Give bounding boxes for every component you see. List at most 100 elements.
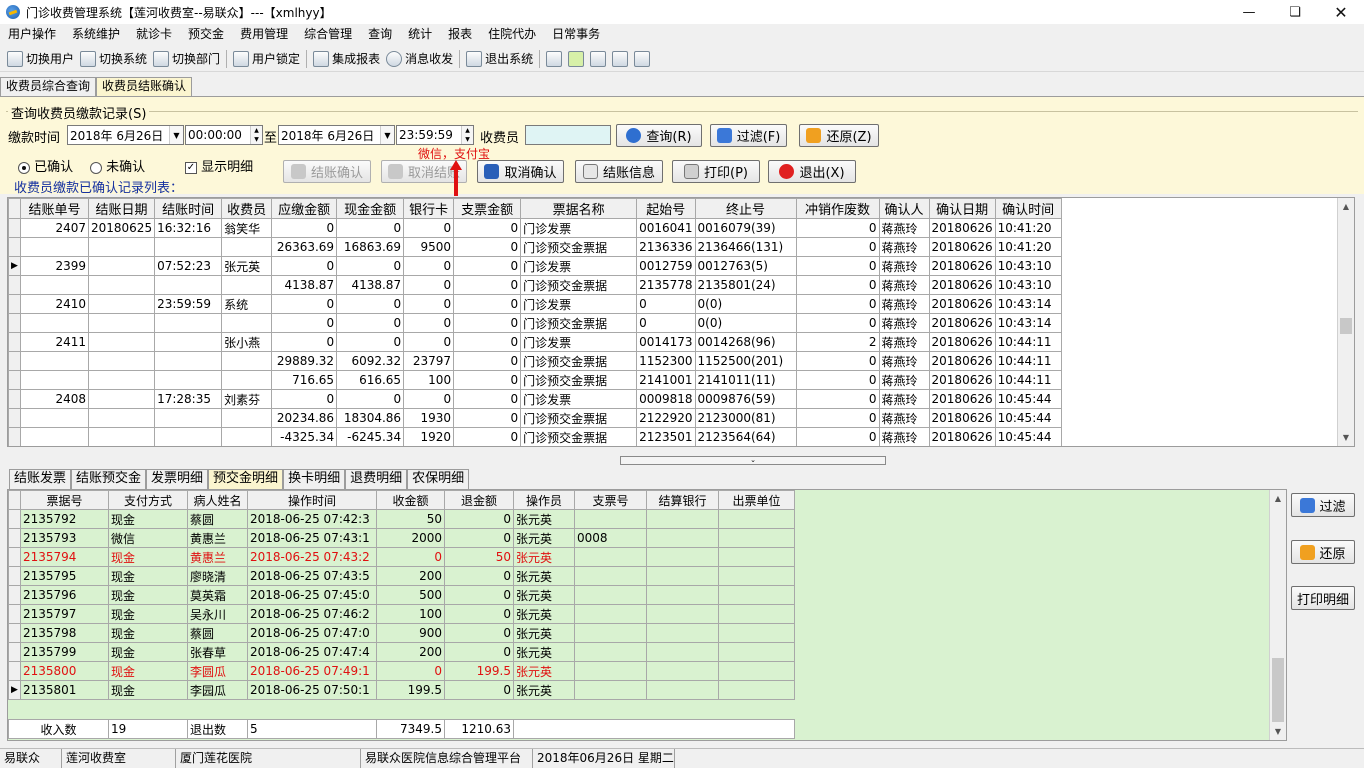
- column-header[interactable]: 冲销作废数: [795, 198, 880, 219]
- column-header[interactable]: 操作时间: [247, 490, 377, 510]
- table-row[interactable]: 2135793 微信 黄惠兰 2018-06-25 07:43:1 2000 0 张元英 00…: [8, 528, 795, 548]
- minimize-button[interactable]: —: [1226, 0, 1272, 24]
- print-detail-button[interactable]: 打印明细: [1291, 586, 1355, 610]
- column-header[interactable]: 票据号: [20, 490, 109, 510]
- switch-dept-button[interactable]: 切换部门: [150, 48, 223, 70]
- tab-settle-deposit[interactable]: 结账预交金: [71, 469, 147, 489]
- menu-deposit[interactable]: 预交金: [180, 24, 232, 45]
- menu-general[interactable]: 综合管理: [296, 24, 360, 45]
- table-row[interactable]: 26363.69 16863.69 9500 0 门诊预交金票据 2136336 21364…: [8, 237, 1062, 257]
- show-detail-checkbox[interactable]: ✓ 显示明细: [185, 156, 253, 175]
- menu-daily[interactable]: 日常事务: [544, 24, 608, 45]
- table-row[interactable]: 4138.87 4138.87 0 0 门诊预交金票据 2135778 2135801(24…: [8, 275, 1062, 295]
- column-header[interactable]: 支票金额: [453, 198, 522, 219]
- settle-info-button[interactable]: 结账信息: [575, 160, 663, 183]
- table-row[interactable]: 2410 23:59:59 系统 0 0 0 0 门诊发票 0 0(0) 0 蒋燕玲 20180626 1…: [8, 294, 1062, 314]
- table-row[interactable]: 2411 张小燕 0 0 0 0 门诊发票 0014173 0014268(96) 2 蒋燕玲 201…: [8, 332, 1062, 352]
- table-row[interactable]: 2135799 现金 张春草 2018-06-25 07:47:4 200 0 张元英: [8, 642, 795, 662]
- table-row[interactable]: ▶ 2399 07:52:23 张元英 0 0 0 0 门诊发票 0012759 0012763(5…: [8, 256, 1062, 276]
- menu-user-ops[interactable]: 用户操作: [0, 24, 64, 45]
- start-date-picker[interactable]: 2018年 6月26日 ▼: [67, 125, 184, 145]
- end-date-picker[interactable]: 2018年 6月26日 ▼: [278, 125, 395, 145]
- table-row[interactable]: 29889.32 6092.32 23797 0 门诊预交金票据 1152300 11525…: [8, 351, 1062, 371]
- column-header[interactable]: 起始号: [636, 198, 696, 219]
- scroll-thumb[interactable]: [1272, 658, 1284, 722]
- menu-inpatient[interactable]: 住院代办: [480, 24, 544, 45]
- column-header[interactable]: 支票号: [574, 490, 647, 510]
- tab-refund-detail[interactable]: 退费明细: [345, 469, 408, 489]
- column-header[interactable]: 应缴金额: [271, 198, 338, 219]
- column-header[interactable]: 确认人: [878, 198, 930, 219]
- filter-button[interactable]: 过滤(F): [710, 124, 787, 147]
- table-row[interactable]: 2135796 现金 莫英霜 2018-06-25 07:45:0 500 0 张元英: [8, 585, 795, 605]
- panel-splitter[interactable]: ⌄: [620, 456, 886, 465]
- scroll-up-icon[interactable]: ▲: [1270, 490, 1286, 507]
- table-row[interactable]: -4325.34 -6245.34 1920 0 门诊预交金票据 2123501 21235…: [8, 427, 1062, 446]
- print-button[interactable]: 打印(P): [672, 160, 760, 183]
- column-header[interactable]: 银行卡: [403, 198, 455, 219]
- end-time-input[interactable]: 23:59:59 ▲ ▼: [396, 125, 474, 145]
- exit-system-button[interactable]: 退出系统: [463, 48, 536, 70]
- scroll-down-icon[interactable]: ▼: [1338, 429, 1354, 446]
- column-header[interactable]: 现金金额: [336, 198, 405, 219]
- column-header[interactable]: 出票单位: [718, 490, 795, 510]
- column-header[interactable]: 收金额: [376, 490, 445, 510]
- tab-deposit-detail[interactable]: 预交金明细: [208, 469, 284, 489]
- query-button[interactable]: 查询(R): [616, 124, 702, 147]
- column-header[interactable]: 病人姓名: [187, 490, 248, 510]
- scroll-up-icon[interactable]: ▲: [1338, 198, 1354, 215]
- table-row[interactable]: 2135797 现金 吴永川 2018-06-25 07:46:2 100 0 张元英: [8, 604, 795, 624]
- menu-reports[interactable]: 报表: [440, 24, 480, 45]
- close-button[interactable]: ✕: [1318, 0, 1364, 24]
- scroll-thumb[interactable]: [1340, 318, 1352, 334]
- money-tool-button[interactable]: [565, 48, 587, 70]
- restore-button[interactable]: 还原(Z): [799, 124, 879, 147]
- column-header[interactable]: 结算银行: [646, 490, 719, 510]
- switch-system-button[interactable]: 切换系统: [77, 48, 150, 70]
- table-row[interactable]: 0 0 0 0 门诊预交金票据 0 0(0) 0 蒋燕玲 20180626 10:43:14: [8, 313, 1062, 333]
- column-header[interactable]: 结账时间: [154, 198, 223, 219]
- confirmed-radio[interactable]: 已确认: [18, 156, 73, 175]
- menu-fees[interactable]: 费用管理: [232, 24, 296, 45]
- column-header[interactable]: 票据名称: [520, 198, 638, 219]
- tab-card-change-detail[interactable]: 换卡明细: [283, 469, 346, 489]
- table-row[interactable]: 20234.86 18304.86 1930 0 门诊预交金票据 2122920 21230…: [8, 408, 1062, 428]
- column-header[interactable]: 收费员: [221, 198, 273, 219]
- edit-tool-button[interactable]: [543, 48, 565, 70]
- scroll-down-icon[interactable]: ▼: [1270, 723, 1286, 740]
- table-row[interactable]: 716.65 616.65 100 0 门诊预交金票据 2141001 2141011(11…: [8, 370, 1062, 390]
- column-header[interactable]: 结账日期: [87, 198, 156, 219]
- chevron-down-icon[interactable]: ▼: [380, 126, 394, 144]
- cancel-confirm-button[interactable]: 取消确认: [477, 160, 564, 183]
- menu-stats[interactable]: 统计: [400, 24, 440, 45]
- detail-filter-button[interactable]: 过滤: [1291, 493, 1355, 517]
- menu-system[interactable]: 系统维护: [64, 24, 128, 45]
- tab-invoice-detail[interactable]: 发票明细: [146, 469, 209, 489]
- spinner-icon[interactable]: ▲ ▼: [461, 126, 473, 144]
- book-tool-button[interactable]: [609, 48, 631, 70]
- table-row[interactable]: 2408 17:28:35 刘素芬 0 0 0 0 门诊发票 0009818 0009876(59…: [8, 389, 1062, 409]
- menu-card[interactable]: 就诊卡: [128, 24, 180, 45]
- window-tool-button[interactable]: [631, 48, 653, 70]
- column-header[interactable]: 确认日期: [928, 198, 996, 219]
- detail-restore-button[interactable]: 还原: [1291, 540, 1355, 564]
- integrated-report-button[interactable]: 集成报表: [310, 48, 383, 70]
- deposit-scrollbar[interactable]: ▲ ▼: [1269, 490, 1286, 740]
- unconfirmed-radio[interactable]: 未确认: [90, 156, 145, 175]
- table-row[interactable]: 2407 20180625 16:32:16 翁笑华 0 0 0 0 门诊发票 0016041 00…: [8, 218, 1062, 238]
- settle-confirm-button[interactable]: 结账确认: [283, 160, 371, 183]
- table-row[interactable]: 2135794 现金 黄惠兰 2018-06-25 07:43:2 0 50 张元英: [8, 547, 795, 567]
- messages-button[interactable]: 消息收发: [383, 48, 456, 70]
- switch-user-button[interactable]: 切换用户: [4, 48, 77, 70]
- settlement-scrollbar[interactable]: ▲ ▼: [1337, 198, 1354, 446]
- start-time-input[interactable]: 00:00:00 ▲ ▼: [185, 125, 263, 145]
- column-header[interactable]: 确认时间: [994, 198, 1062, 219]
- column-header[interactable]: 退金额: [444, 490, 514, 510]
- column-header[interactable]: 支付方式: [108, 490, 188, 510]
- lock-user-button[interactable]: 用户锁定: [230, 48, 303, 70]
- check-tool-button[interactable]: [587, 48, 609, 70]
- exit-button[interactable]: 退出(X): [768, 160, 856, 183]
- tab-cashier-query[interactable]: 收费员综合查询: [0, 77, 97, 96]
- chevron-down-icon[interactable]: ▼: [169, 126, 183, 144]
- column-header[interactable]: 结账单号: [20, 198, 89, 219]
